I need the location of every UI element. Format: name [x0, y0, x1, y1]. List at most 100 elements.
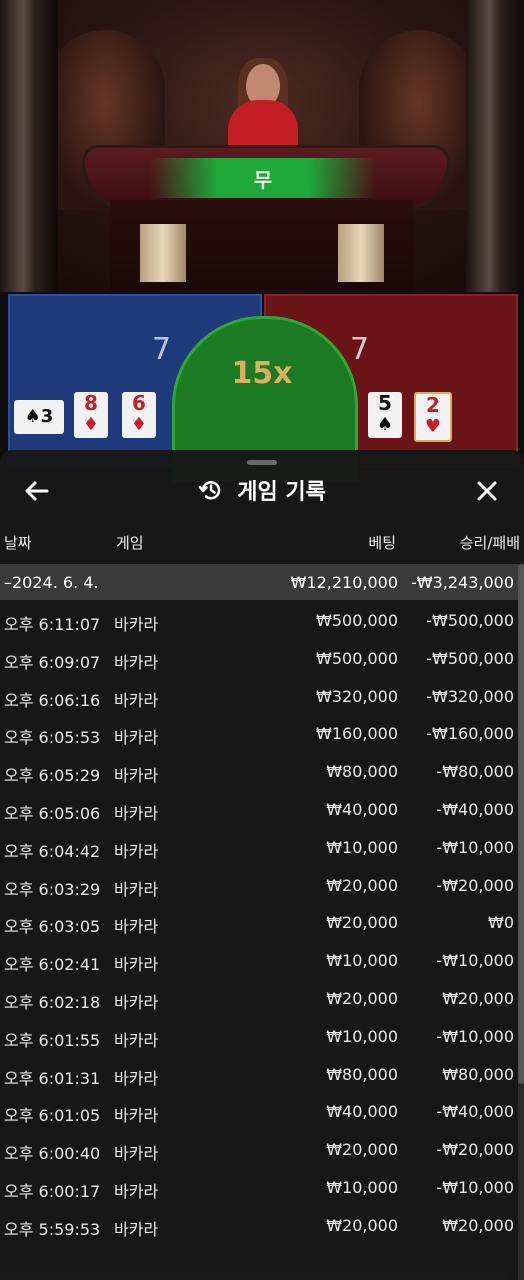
game-history-sheet: 게임 기록 날짜 게임 베팅 승리/패배 –2024. 6. 4. ₩12,21… — [0, 450, 524, 1280]
row-time: 오후 6:06:16 — [4, 690, 101, 710]
history-row[interactable]: 오후 6:02:41 바카라 ₩10,000 -₩10,000 — [0, 940, 518, 978]
row-game: 바카라 — [114, 955, 159, 975]
row-win-loss: -₩10,000 — [436, 951, 514, 971]
row-time: 오후 6:11:07 — [4, 615, 101, 634]
row-time: 오후 6:02:41 — [4, 955, 101, 975]
bet-spots: 15x 7 7 ♠3 8 ♦ 6 ♦ 5 ♠ 2 ♥ — [0, 292, 524, 482]
row-win-loss: ₩0 — [488, 913, 514, 933]
history-row[interactable]: 오후 6:00:17 바카라 ₩10,000 -₩10,000 — [0, 1167, 518, 1205]
row-game: 바카라 — [114, 803, 159, 823]
row-time: 오후 6:05:29 — [4, 766, 101, 786]
history-row[interactable]: 오후 5:59:53 바카라 ₩20,000 ₩20,000 — [0, 1205, 518, 1243]
round-result-label: 무 — [253, 168, 273, 192]
history-row[interactable]: 오후 6:05:53 바카라 ₩160,000 -₩160,000 — [0, 713, 518, 751]
card-suit: ♦ — [130, 414, 148, 435]
row-bet: ₩20,000 — [326, 1140, 398, 1160]
banker-card-2: 2 ♥ — [414, 392, 452, 442]
row-bet: ₩80,000 — [326, 1064, 398, 1084]
history-row[interactable]: 오후 6:06:16 바카라 ₩320,000 -₩320,000 — [0, 676, 518, 714]
table-leg — [140, 224, 186, 282]
row-game: 바카라 — [114, 1181, 159, 1201]
history-row[interactable]: 오후 6:05:06 바카라 ₩40,000 -₩40,000 — [0, 789, 518, 827]
row-bet: ₩20,000 — [326, 1215, 398, 1235]
close-icon — [477, 481, 497, 501]
sheet-drag-handle[interactable] — [247, 460, 277, 465]
history-row[interactable]: 오후 6:01:05 바카라 ₩40,000 -₩40,000 — [0, 1091, 518, 1129]
row-win-loss: -₩10,000 — [436, 1026, 514, 1046]
history-row[interactable]: 오후 6:03:29 바카라 ₩20,000 -₩20,000 — [0, 865, 518, 903]
row-time: 오후 6:05:06 — [4, 803, 101, 823]
row-win-loss: -₩40,000 — [436, 799, 514, 819]
row-time: 오후 6:05:53 — [4, 728, 101, 748]
sheet-header: 게임 기록 — [0, 466, 524, 512]
history-row[interactable]: 오후 6:04:42 바카라 ₩10,000 -₩10,000 — [0, 827, 518, 865]
row-bet: ₩20,000 — [326, 913, 398, 933]
row-bet: ₩10,000 — [326, 837, 398, 857]
row-win-loss: -₩20,000 — [436, 1140, 514, 1160]
row-game: 바카라 — [114, 766, 159, 786]
history-row[interactable]: 오후 6:01:31 바카라 ₩80,000 ₩80,000 — [0, 1054, 518, 1092]
row-win-loss: ₩20,000 — [442, 988, 514, 1008]
row-win-loss: -₩160,000 — [426, 724, 514, 744]
history-row[interactable]: 오후 6:05:29 바카라 ₩80,000 -₩80,000 — [0, 751, 518, 789]
card-rank: 8 — [84, 391, 98, 415]
row-bet: ₩20,000 — [326, 875, 398, 895]
date-group-win-loss-total: -₩3,243,000 — [410, 573, 514, 592]
player-card-1: 8 ♦ — [74, 392, 108, 438]
row-win-loss: ₩20,000 — [442, 1215, 514, 1235]
row-time: 오후 6:09:07 — [4, 652, 101, 672]
row-win-loss: -₩320,000 — [426, 686, 514, 706]
row-time: 오후 6:00:17 — [4, 1181, 101, 1201]
card-rank: 3 — [40, 406, 54, 427]
row-time: 오후 6:00:40 — [4, 1144, 101, 1164]
row-game: 바카라 — [114, 1219, 159, 1239]
card-suit: ♠ — [376, 414, 394, 435]
row-win-loss: -₩80,000 — [436, 762, 514, 782]
row-game: 바카라 — [114, 879, 159, 899]
date-group-row[interactable]: –2024. 6. 4. ₩12,210,000 -₩3,243,000 — [0, 564, 518, 600]
table-leg — [338, 224, 384, 282]
row-bet: ₩10,000 — [326, 951, 398, 971]
history-row[interactable]: 오후 6:01:55 바카라 ₩10,000 -₩10,000 — [0, 1016, 518, 1054]
row-win-loss: -₩10,000 — [436, 1177, 514, 1197]
row-game: 바카라 — [114, 1144, 159, 1164]
row-game: 바카라 — [114, 615, 159, 634]
row-time: 오후 6:01:05 — [4, 1106, 101, 1126]
player-score: 7 — [152, 332, 172, 367]
row-bet: ₩320,000 — [316, 686, 398, 706]
card-rank: 5 — [378, 391, 392, 415]
sheet-title: 게임 기록 — [0, 474, 524, 506]
player-card-3: ♠3 — [14, 400, 64, 434]
row-game: 바카라 — [114, 992, 159, 1012]
history-row[interactable]: 오후 6:00:40 바카라 ₩20,000 -₩20,000 — [0, 1129, 518, 1167]
row-win-loss: -₩10,000 — [436, 837, 514, 857]
close-button[interactable] — [472, 476, 502, 506]
date-group-bet-total: ₩12,210,000 — [290, 573, 398, 592]
history-row[interactable]: 오후 6:11:07 바카라 ₩500,000 -₩500,000 — [0, 600, 518, 638]
live-video-feed: 무 — [0, 0, 524, 292]
row-time: 오후 6:04:42 — [4, 841, 101, 861]
row-time: 오후 6:01:55 — [4, 1030, 101, 1050]
history-list: 오후 6:11:07 바카라 ₩500,000 -₩500,000 오후 6:09:07… — [0, 600, 518, 1243]
row-bet: ₩500,000 — [316, 648, 398, 668]
history-row[interactable]: 오후 6:03:05 바카라 ₩20,000 ₩0 — [0, 902, 518, 940]
background-pillar — [0, 0, 58, 292]
row-win-loss: -₩40,000 — [436, 1102, 514, 1122]
background-pillar — [466, 0, 524, 292]
banker-score: 7 — [350, 332, 370, 367]
row-win-loss: -₩500,000 — [426, 611, 514, 630]
column-header-win-loss: 승리/패배 — [459, 534, 520, 552]
row-game: 바카라 — [114, 917, 159, 937]
row-time: 오후 5:59:53 — [4, 1219, 101, 1239]
row-win-loss: -₩20,000 — [436, 875, 514, 895]
column-header-date: 날짜 — [4, 534, 32, 552]
card-suit: ♥ — [424, 416, 442, 437]
row-time: 오후 6:02:18 — [4, 992, 101, 1012]
card-suit: ♦ — [82, 414, 100, 435]
row-bet: ₩500,000 — [316, 611, 398, 630]
history-row[interactable]: 오후 6:02:18 바카라 ₩20,000 ₩20,000 — [0, 978, 518, 1016]
row-bet: ₩40,000 — [326, 799, 398, 819]
date-group-date: –2024. 6. 4. — [4, 573, 99, 592]
history-row[interactable]: 오후 6:09:07 바카라 ₩500,000 -₩500,000 — [0, 638, 518, 676]
scrollbar-thumb[interactable] — [518, 564, 524, 1084]
